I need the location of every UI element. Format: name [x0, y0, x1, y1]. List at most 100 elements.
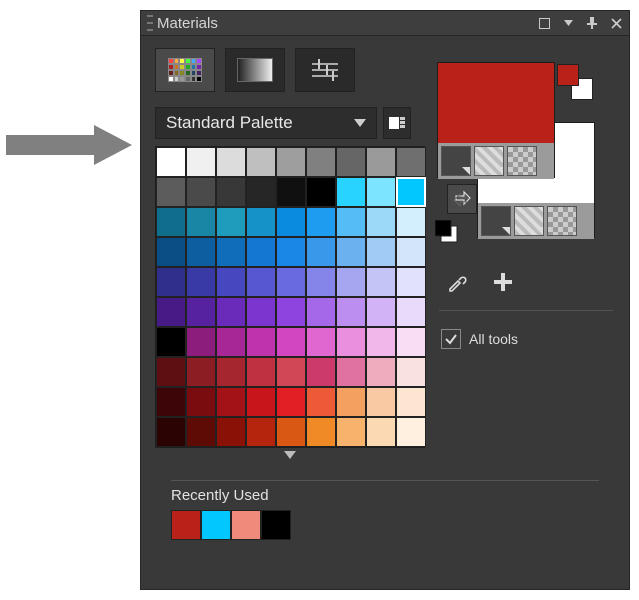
swatch[interactable]	[156, 387, 186, 417]
swatch[interactable]	[186, 357, 216, 387]
swatch[interactable]	[366, 327, 396, 357]
recent-swatch[interactable]	[261, 510, 291, 540]
swatch[interactable]	[186, 207, 216, 237]
swatch[interactable]	[306, 357, 336, 387]
recent-swatches[interactable]	[171, 510, 599, 540]
swatch[interactable]	[336, 387, 366, 417]
fg-mini-swatch[interactable]	[557, 64, 579, 86]
swatch[interactable]	[246, 267, 276, 297]
swatch[interactable]	[366, 237, 396, 267]
window-state-icon[interactable]	[537, 16, 551, 30]
reset-bw-button[interactable]	[435, 220, 459, 244]
swatch[interactable]	[366, 357, 396, 387]
swatch[interactable]	[336, 297, 366, 327]
swatch[interactable]	[216, 327, 246, 357]
swatch[interactable]	[306, 147, 336, 177]
palette-menu-button[interactable]	[383, 107, 411, 139]
swatch[interactable]	[216, 417, 246, 447]
swatch[interactable]	[186, 177, 216, 207]
swatch[interactable]	[336, 147, 366, 177]
swatch[interactable]	[156, 207, 186, 237]
swatch[interactable]	[306, 237, 336, 267]
swatch[interactable]	[306, 417, 336, 447]
swatch[interactable]	[276, 237, 306, 267]
swatch[interactable]	[216, 297, 246, 327]
bg-style-texture[interactable]	[514, 206, 544, 236]
swatch[interactable]	[186, 267, 216, 297]
recent-swatch[interactable]	[201, 510, 231, 540]
swatch[interactable]	[186, 387, 216, 417]
swatch[interactable]	[186, 417, 216, 447]
swatch[interactable]	[366, 147, 396, 177]
eyedropper-button[interactable]	[443, 268, 471, 296]
all-tools-option[interactable]: All tools	[437, 325, 615, 353]
swatch[interactable]	[246, 297, 276, 327]
recent-swatch[interactable]	[231, 510, 261, 540]
swatch[interactable]	[246, 237, 276, 267]
swap-materials-button[interactable]	[447, 184, 477, 214]
swatch[interactable]	[336, 177, 366, 207]
swatch[interactable]	[366, 267, 396, 297]
fg-style-texture[interactable]	[474, 146, 504, 176]
swatch[interactable]	[156, 177, 186, 207]
swatch[interactable]	[246, 417, 276, 447]
swatch[interactable]	[306, 297, 336, 327]
swatch[interactable]	[156, 327, 186, 357]
foreground-material[interactable]	[437, 62, 555, 178]
swatch[interactable]	[216, 207, 246, 237]
swatch[interactable]	[336, 237, 366, 267]
fg-style-solid[interactable]	[441, 146, 471, 176]
swatch[interactable]	[156, 297, 186, 327]
add-material-button[interactable]	[489, 268, 517, 296]
swatch[interactable]	[216, 357, 246, 387]
swatch[interactable]	[336, 207, 366, 237]
swatch[interactable]	[246, 177, 276, 207]
panel-titlebar[interactable]: Materials	[141, 11, 629, 36]
swatch[interactable]	[216, 387, 246, 417]
swatch[interactable]	[186, 147, 216, 177]
swatch[interactable]	[396, 177, 426, 207]
swatch[interactable]	[246, 147, 276, 177]
recent-swatch[interactable]	[171, 510, 201, 540]
swatch[interactable]	[246, 357, 276, 387]
swatch[interactable]	[366, 207, 396, 237]
swatch[interactable]	[336, 357, 366, 387]
swatch[interactable]	[276, 267, 306, 297]
swatch[interactable]	[336, 417, 366, 447]
swatch[interactable]	[216, 177, 246, 207]
swatch[interactable]	[276, 177, 306, 207]
swatch[interactable]	[276, 207, 306, 237]
tab-swatches[interactable]	[155, 48, 215, 92]
swatch[interactable]	[156, 267, 186, 297]
swatch[interactable]	[396, 237, 426, 267]
swatch[interactable]	[246, 207, 276, 237]
swatch[interactable]	[366, 387, 396, 417]
swatch[interactable]	[276, 297, 306, 327]
swatch[interactable]	[306, 267, 336, 297]
fg-style-transparent[interactable]	[507, 146, 537, 176]
swatch[interactable]	[246, 327, 276, 357]
swatch[interactable]	[216, 237, 246, 267]
swatch[interactable]	[396, 357, 426, 387]
swatch-grid[interactable]	[155, 146, 425, 448]
swatch[interactable]	[336, 267, 366, 297]
bg-style-solid[interactable]	[481, 206, 511, 236]
grid-more-icon[interactable]	[155, 448, 425, 462]
swatch[interactable]	[366, 297, 396, 327]
tab-sliders[interactable]	[295, 48, 355, 92]
swatch[interactable]	[156, 237, 186, 267]
swatch[interactable]	[276, 417, 306, 447]
swatch[interactable]	[186, 237, 216, 267]
swatch[interactable]	[396, 207, 426, 237]
swatch[interactable]	[336, 327, 366, 357]
swatch[interactable]	[366, 417, 396, 447]
swatch[interactable]	[366, 177, 396, 207]
pin-icon[interactable]	[585, 16, 599, 30]
bg-style-transparent[interactable]	[547, 206, 577, 236]
menu-caret-icon[interactable]	[561, 16, 575, 30]
swatch[interactable]	[276, 147, 306, 177]
swatch[interactable]	[306, 207, 336, 237]
close-icon[interactable]	[609, 16, 623, 30]
swatch[interactable]	[396, 327, 426, 357]
tab-gradient[interactable]	[225, 48, 285, 92]
